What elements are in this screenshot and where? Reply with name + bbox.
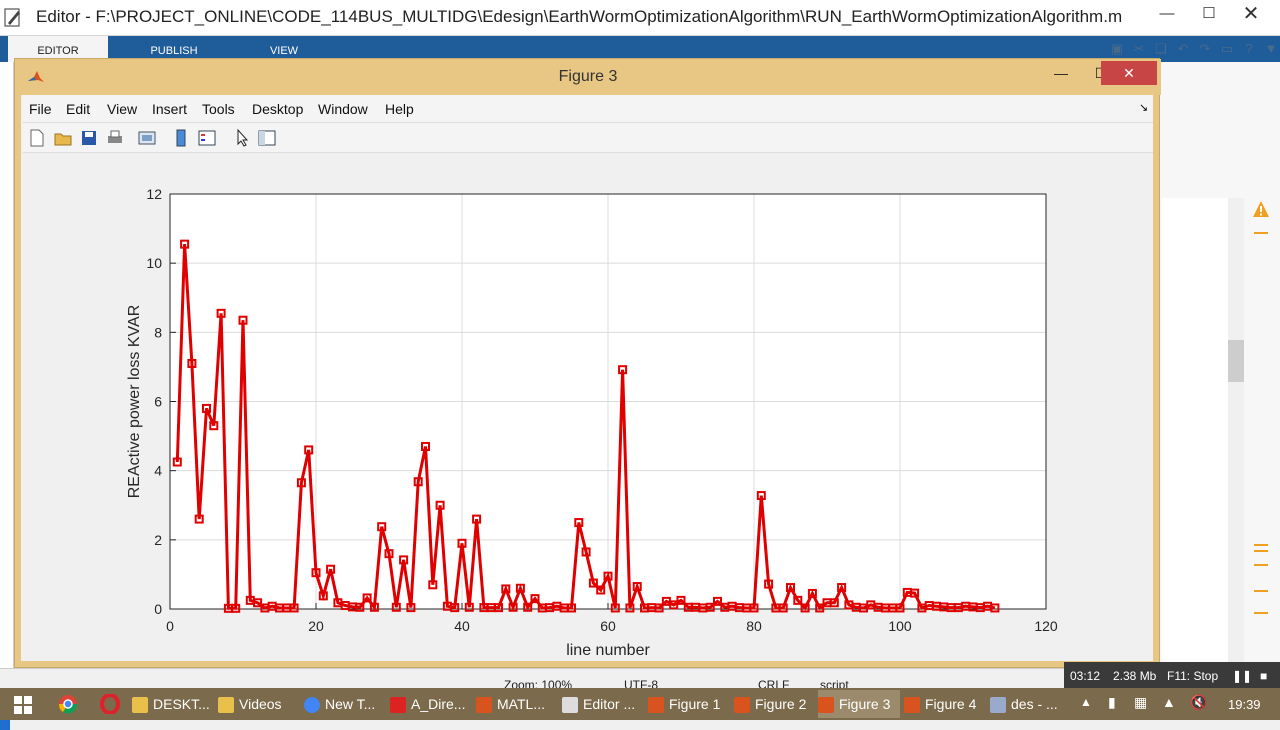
- x-axis-label: line number: [566, 642, 650, 659]
- switch-windows-icon[interactable]: ▭: [1218, 40, 1236, 58]
- code-analyzer-mark[interactable]: [1254, 612, 1268, 614]
- scrollbar-thumb[interactable]: [1228, 340, 1244, 382]
- tray-device-icon[interactable]: ▮: [1108, 694, 1116, 711]
- figure-titlebar: Figure 3 — ☐ ✕: [15, 59, 1161, 95]
- print-icon[interactable]: [105, 128, 125, 148]
- minimize-icon[interactable]: —: [1144, 0, 1190, 30]
- property-editor-icon[interactable]: [257, 128, 277, 148]
- x-tick-label: 20: [308, 618, 324, 634]
- y-tick-label: 4: [154, 463, 162, 479]
- network-icon[interactable]: ▲: [1162, 694, 1176, 710]
- figure-close-icon[interactable]: ✕: [1101, 61, 1157, 85]
- y-tick-label: 10: [146, 255, 162, 271]
- save-figure-icon[interactable]: [79, 128, 99, 148]
- editor-titlebar: Editor - F:\PROJECT_ONLINE\CODE_114BUS_M…: [0, 0, 1280, 36]
- taskbar-item-matlab[interactable]: MATL...: [476, 690, 558, 718]
- code-analyzer-mark[interactable]: [1254, 550, 1268, 552]
- chrome-icon[interactable]: [58, 694, 78, 714]
- link-plot-icon[interactable]: [137, 128, 157, 148]
- code-analyzer-mark[interactable]: [1254, 564, 1268, 566]
- pause-icon[interactable]: ❚❚: [1232, 669, 1252, 683]
- save-icon[interactable]: ▣: [1108, 40, 1126, 58]
- x-tick-label: 40: [454, 618, 470, 634]
- undo-icon[interactable]: ↶: [1174, 40, 1192, 58]
- taskbar-item-new-tab[interactable]: New T...: [304, 690, 386, 718]
- y-tick-label: 6: [154, 394, 162, 410]
- tray-windows-icon[interactable]: ▦: [1134, 694, 1147, 711]
- overlay-hint: F11: Stop: [1167, 669, 1219, 683]
- x-tick-label: 0: [166, 618, 174, 634]
- stop-icon[interactable]: ■: [1260, 669, 1267, 683]
- menu-file[interactable]: File: [29, 101, 52, 117]
- y-tick-label: 8: [154, 324, 162, 340]
- menu-view[interactable]: View: [107, 101, 137, 117]
- menu-insert[interactable]: Insert: [152, 101, 187, 117]
- redo-icon[interactable]: ↷: [1196, 40, 1214, 58]
- taskbar-item-videos[interactable]: Videos: [218, 690, 300, 718]
- menu-edit[interactable]: Edit: [66, 101, 90, 117]
- taskbar-item-desktop[interactable]: DESKT...: [132, 690, 214, 718]
- editor-left-pane: [0, 62, 14, 730]
- x-tick-label: 60: [600, 618, 616, 634]
- menu-tools[interactable]: Tools: [202, 101, 235, 117]
- x-tick-label: 80: [746, 618, 762, 634]
- editor-right-pane: [1160, 62, 1280, 714]
- cut-icon[interactable]: ✂: [1130, 40, 1148, 58]
- editor-window-title: Editor - F:\PROJECT_ONLINE\CODE_114BUS_M…: [36, 7, 1123, 26]
- taskbar-item-editor[interactable]: Editor ...: [562, 690, 644, 718]
- taskbar: DESKT... Videos New T... A_Dire... MATL.…: [0, 688, 1280, 720]
- maximize-icon[interactable]: ☐: [1186, 0, 1232, 30]
- taskbar-item-figure-1[interactable]: Figure 1: [648, 690, 730, 718]
- close-icon[interactable]: ✕: [1228, 0, 1274, 30]
- start-icon[interactable]: [14, 696, 32, 714]
- tray-expand-icon[interactable]: ▲: [1080, 695, 1092, 709]
- menu-window[interactable]: Window: [318, 101, 368, 117]
- taskbar-item-figure-4[interactable]: Figure 4: [904, 690, 986, 718]
- taskbar-clock[interactable]: 19:39: [1228, 697, 1261, 712]
- x-tick-label: 120: [1034, 618, 1058, 634]
- recording-overlay: 03:12 2.38 Mb F11: Stop ❚❚ ■: [1064, 662, 1280, 688]
- taskbar-item-figure-2[interactable]: Figure 2: [734, 690, 816, 718]
- opera-icon[interactable]: [100, 694, 120, 714]
- figure-window: Figure 3 — ☐ ✕ File Edit View Insert Too…: [14, 58, 1161, 668]
- menu-desktop[interactable]: Desktop: [252, 101, 303, 117]
- overlay-time: 03:12: [1070, 669, 1101, 683]
- y-axis-label: REActive power loss KVAR: [126, 305, 143, 499]
- editor-scrollbar[interactable]: [1228, 198, 1244, 714]
- volume-icon[interactable]: 🔇: [1190, 694, 1207, 711]
- new-figure-icon[interactable]: [27, 128, 47, 148]
- menu-help[interactable]: Help: [385, 101, 414, 117]
- code-analyzer-mark[interactable]: [1254, 590, 1268, 592]
- plot-area: 0 20 40 60 80 100 120 0 2 4 6 8 10 12 line number REA…: [23, 153, 1153, 661]
- reactive-power-loss-chart[interactable]: 0 20 40 60 80 100 120 0 2 4 6 8 10 12 line number REA…: [23, 153, 1153, 661]
- code-analyzer-mark[interactable]: [1254, 544, 1268, 546]
- taskbar-item-des[interactable]: des - ...: [990, 690, 1064, 718]
- x-tick-label: 100: [888, 618, 912, 634]
- options-icon[interactable]: ▼: [1262, 40, 1280, 58]
- colorbar-icon[interactable]: [171, 128, 191, 148]
- pointer-icon[interactable]: [233, 128, 253, 148]
- code-analyzer-mark[interactable]: [1254, 232, 1268, 234]
- taskbar-item-pdf[interactable]: A_Dire...: [390, 690, 472, 718]
- dock-arrow-icon[interactable]: ↘: [1139, 101, 1148, 114]
- figure-title: Figure 3: [558, 68, 618, 85]
- y-tick-label: 2: [154, 532, 162, 548]
- y-tick-label: 12: [146, 186, 162, 202]
- legend-icon[interactable]: [197, 128, 217, 148]
- open-file-icon[interactable]: [53, 128, 73, 148]
- overlay-size: 2.38 Mb: [1113, 669, 1157, 683]
- figure-minimize-icon[interactable]: —: [1041, 61, 1081, 85]
- y-tick-label: 0: [154, 601, 162, 617]
- figure-menubar: File Edit View Insert Tools Desktop Wind…: [23, 95, 1153, 123]
- help-icon[interactable]: ?: [1240, 40, 1258, 58]
- editor-app-icon: [4, 8, 20, 27]
- copy-icon[interactable]: ❏: [1152, 40, 1170, 58]
- warning-icon[interactable]: [1252, 200, 1270, 218]
- taskbar-item-figure-3[interactable]: Figure 3: [818, 690, 900, 718]
- figure-toolbar: [23, 123, 1153, 153]
